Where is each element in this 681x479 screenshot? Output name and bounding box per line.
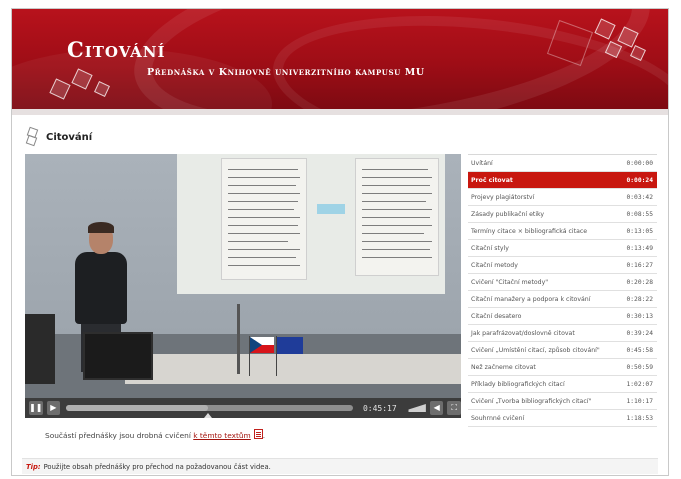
seek-bar[interactable] [66,405,353,418]
chapter-item[interactable]: Citační metody 0:16:27 [468,257,657,274]
slide-page-left [221,158,307,280]
chapter-item[interactable]: Proč citovat 0:00:24 [468,172,657,189]
projection-screen [177,154,445,294]
video-desk [125,354,461,384]
chapter-item[interactable]: Citační desatero 0:30:13 [468,308,657,325]
pause-icon[interactable]: ❚❚ [29,401,43,415]
chapter-title: Citační desatero [471,312,522,320]
chapter-item[interactable]: Citační manažery a podpora k citování 0:2… [468,291,657,308]
play-icon[interactable]: ▶ [46,401,61,415]
chapter-item[interactable]: Projevy plagiátorství 0:03:42 [468,189,657,206]
tip-box: Tip: Použijte obsah přednášky pro přecho… [22,458,658,474]
eu-flag [277,337,303,354]
banner-divider [12,109,668,115]
chapter-time: 0:50:59 [626,363,653,371]
video-controls: ❚❚ ▶ 0:45:17 ◀ ⛶ [25,398,461,418]
chapter-item[interactable]: Cvičení „Umístění citací, způsob citován… [468,342,657,359]
page-title: Citování [46,131,93,143]
chapter-title: Proč citovat [471,176,513,184]
video-monitor [83,332,153,380]
chapter-time: 0:45:58 [626,346,653,354]
site-title: Citování [67,37,166,62]
chapter-title: Než začneme citovat [471,363,536,371]
page-heading: Citování [25,125,93,149]
chapter-time: 0:00:24 [626,176,653,184]
chapter-item[interactable]: Uvítání 0:00:00 [468,155,657,172]
chapter-title: Projevy plagiátorství [471,193,535,201]
tip-text: Použijte obsah přednášky pro přechod na … [43,462,271,471]
chapter-title: Citační manažery a podpora k citování [471,295,591,303]
chapter-time: 0:28:22 [626,295,653,303]
chapter-time: 0:39:24 [626,329,653,337]
pdf-icon[interactable] [253,429,263,439]
slide-page-right [355,158,439,276]
page-frame: Citování Přednáška v Knihovně univerzitn… [11,8,669,476]
chapter-item[interactable]: Jak parafrázovat/doslovně citovat 0:39:24 [468,325,657,342]
chapter-time: 0:00:00 [626,159,653,167]
video-frame[interactable] [25,154,461,398]
note-end: . [262,431,266,440]
fullscreen-icon[interactable]: ⛶ [447,401,461,415]
chapter-item[interactable]: Termíny citace × bibliografická citace 0:… [468,223,657,240]
chapter-time: 1:10:17 [626,397,653,405]
chapter-time: 0:13:49 [626,244,653,252]
chapter-item[interactable]: Než začneme citovat 0:50:59 [468,359,657,376]
microphone-stand [237,304,240,374]
chapter-item[interactable]: Cvičení "Citační metody" 0:20:28 [468,274,657,291]
playback-time: 0:45:17 [362,403,397,413]
chapter-list: Uvítání 0:00:00 Proč citovat 0:00:24 Projevy… [468,154,657,427]
chapter-title: Cvičení "Citační metody" [471,278,549,286]
chapter-item[interactable]: Příklady bibliografických citací 1:02:07 [468,376,657,393]
chapter-title: Cvičení „Tvorba bibliografických citací" [471,397,592,405]
site-subtitle: Přednáška v Knihovně univerzitního kampu… [147,67,425,78]
tip-label: Tip: [26,462,41,471]
chapter-title: Jak parafrázovat/doslovně citovat [471,329,575,337]
volume-icon[interactable]: ◀ [429,401,444,415]
chapter-title: Citační metody [471,261,518,269]
slide-arrow [317,204,345,214]
chapter-time: 0:13:05 [626,227,653,235]
chapter-time: 0:16:27 [626,261,653,269]
chapter-title: Zásady publikační etiky [471,210,545,218]
seek-handle[interactable] [204,413,213,418]
header-banner: Citování Přednáška v Knihovně univerzitn… [12,9,668,109]
chapter-item[interactable]: Cvičení „Tvorba bibliografických citací"… [468,393,657,410]
chapter-item[interactable]: Souhrnné cvičení 1:18:53 [468,410,657,427]
czech-flag [250,337,274,353]
chapter-time: 0:08:55 [626,210,653,218]
exercise-note: Součástí přednášky jsou drobná cvičení k… [45,429,265,440]
video-chair [25,314,55,384]
chapter-title: Citační styly [471,244,509,252]
chapter-title: Termíny citace × bibliografická citace [471,227,588,235]
chapter-item[interactable]: Citační styly 0:13:49 [468,240,657,257]
exercise-texts-link[interactable]: k těmto textům [193,431,251,440]
chapter-title: Cvičení „Umístění citací, způsob citován… [471,346,600,354]
chapter-item[interactable]: Zásady publikační etiky 0:08:55 [468,206,657,223]
chapter-time: 0:30:13 [626,312,653,320]
chapter-title: Souhrnné cvičení [471,414,525,422]
volume-slider[interactable] [400,404,426,412]
chapter-time: 1:02:07 [626,380,653,388]
chapter-title: Příklady bibliografických citací [471,380,565,388]
chapter-time: 0:03:42 [626,193,653,201]
note-text: Součástí přednášky jsou drobná cvičení [45,431,194,440]
chapter-time: 0:20:28 [626,278,653,286]
cube-icon [25,126,40,147]
chapter-time: 1:18:53 [626,414,653,422]
seek-progress [66,405,209,411]
chapter-title: Uvítání [471,159,493,167]
